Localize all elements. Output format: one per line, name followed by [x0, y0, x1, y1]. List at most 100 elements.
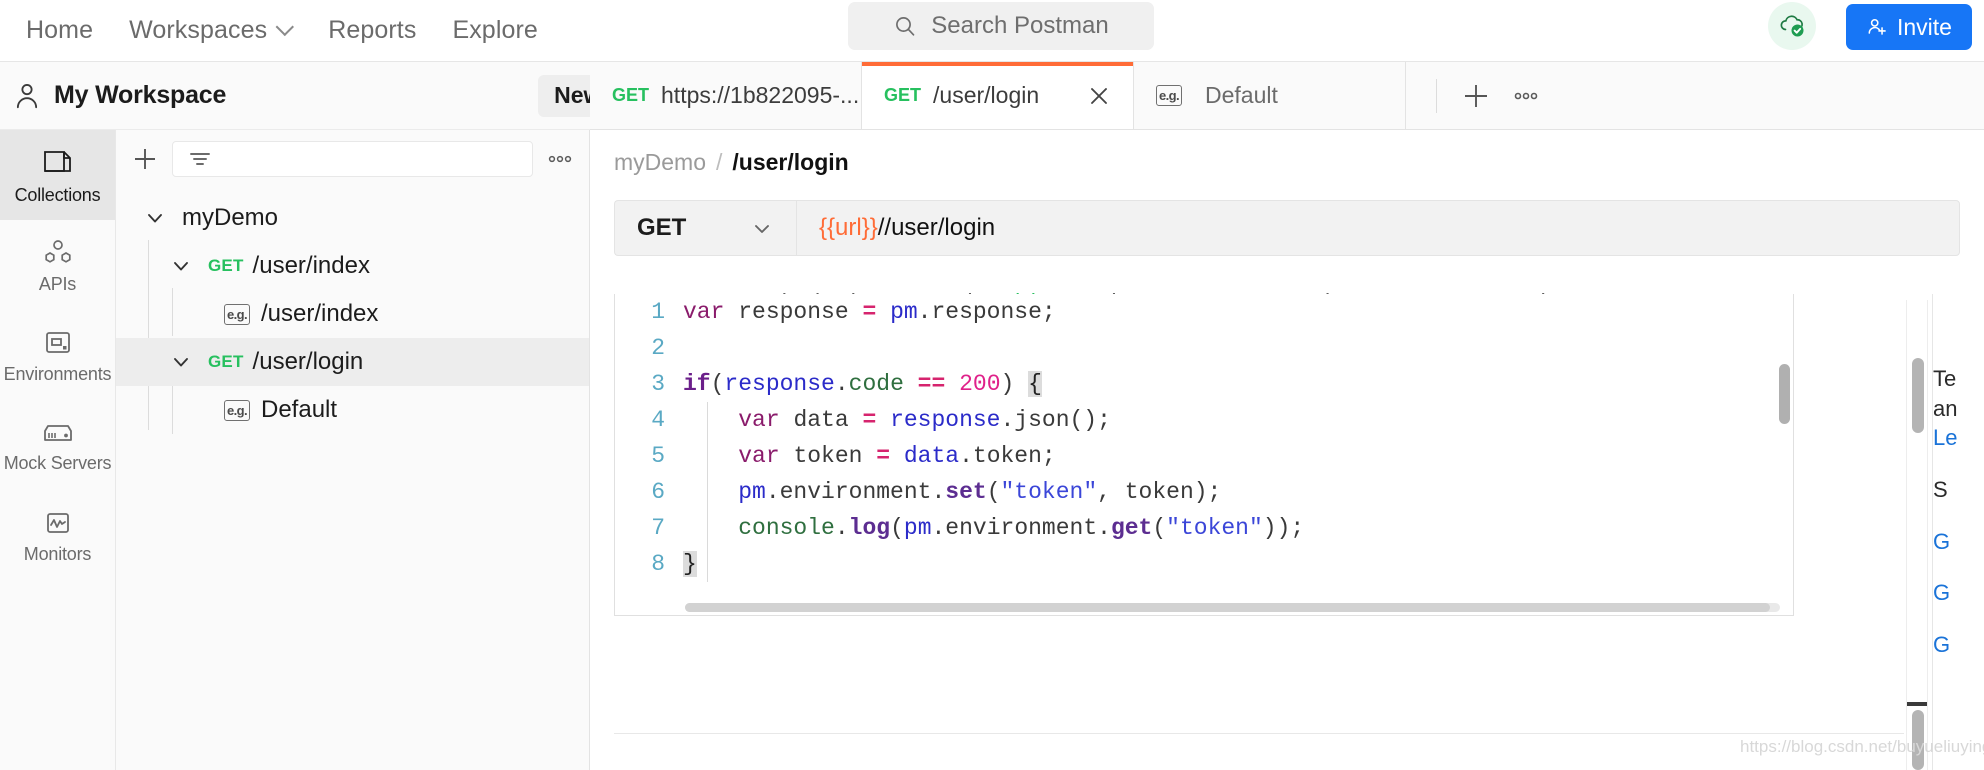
filter-lines-icon [190, 153, 210, 165]
code-token: log [848, 515, 891, 541]
scrollbar-thumb[interactable] [685, 603, 1770, 612]
more-dots-icon [548, 155, 572, 163]
scrollbar-thumb-lower[interactable] [1912, 710, 1924, 770]
code-token: .response; [917, 299, 1056, 325]
close-icon[interactable] [1087, 84, 1111, 108]
snippet-text: Te [1933, 366, 1957, 391]
code-line[interactable]: 2 [615, 330, 1793, 366]
search-input[interactable]: Search Postman [848, 2, 1154, 50]
code-line[interactable]: 4 var data = response.json(); [615, 402, 1793, 438]
editor-content[interactable]: 1 var response = pm.response; 2 3 if(respons… [615, 294, 1793, 582]
tree-item-request-selected[interactable]: GET /user/login [116, 338, 589, 386]
snippet-link[interactable]: Le [1933, 423, 1984, 453]
code-line[interactable]: 3 if(response.code == 200) { [615, 366, 1793, 402]
snippet-link[interactable]: G [1933, 578, 1984, 608]
http-method-select[interactable]: GET [614, 200, 796, 256]
code-line[interactable]: 6 pm.environment.set("token", token); [615, 474, 1793, 510]
url-input[interactable]: {{url}}//user/login [796, 200, 1960, 256]
code-text: var data = response.json(); [683, 407, 1111, 433]
add-collection-button[interactable] [128, 142, 162, 176]
nav-item-explore[interactable]: Explore [434, 10, 555, 51]
nav-item-workspaces[interactable]: Workspaces [111, 10, 310, 51]
request-tab-unsaved[interactable]: GET https://1b822095-... [590, 62, 862, 129]
sidebar-item-monitors[interactable]: Monitors [0, 490, 115, 580]
sidebar-item-mock-servers[interactable]: Mock Servers [0, 400, 115, 490]
sidebar-item-environments[interactable]: Environments [0, 310, 115, 400]
chevron-down-icon[interactable] [168, 349, 194, 375]
sidebar-item-label: Monitors [23, 543, 92, 564]
example-badge-icon: e.g. [1156, 85, 1182, 106]
snippet-link[interactable]: G [1933, 527, 1984, 557]
request-tab-strip: GET https://1b822095-... GET /user/login… [590, 62, 1984, 130]
invite-button[interactable]: Invite [1846, 4, 1972, 50]
sidebar-more-button[interactable] [543, 142, 577, 176]
cloud-sync-status[interactable] [1768, 2, 1816, 50]
tree-item-label: Default [261, 396, 338, 423]
nav-item-home[interactable]: Home [8, 10, 111, 51]
code-token: code [848, 371, 918, 397]
code-token: pm [890, 299, 918, 325]
chevron-down-icon[interactable] [168, 253, 194, 279]
code-token: data [903, 443, 960, 469]
new-tab-button[interactable] [1453, 73, 1499, 119]
tab-more-button[interactable] [1503, 73, 1549, 119]
request-tab-default-example[interactable]: e.g. Default [1134, 62, 1406, 129]
chevron-down-icon[interactable] [142, 205, 168, 231]
nav-item-reports[interactable]: Reports [310, 10, 434, 51]
code-text: } [683, 551, 697, 577]
code-lines[interactable]: 1 var response = pm.response; 2 3 if(respons… [615, 294, 1793, 582]
snippet-link[interactable]: G [1933, 630, 1984, 660]
code-token: )); [1262, 515, 1305, 541]
plus-icon [1465, 84, 1487, 107]
nav-label: Workspaces [129, 16, 268, 44]
code-line[interactable]: 1 var response = pm.response; [615, 294, 1793, 330]
cloud-check-icon [1780, 15, 1804, 37]
tree-item-example[interactable]: e.g. Default [116, 386, 589, 434]
tab-title: https://1b822095-... [661, 82, 860, 108]
scrollbar-thumb[interactable] [1912, 358, 1924, 433]
code-text: var token = data.token; [683, 443, 1056, 469]
collection-sidebar: myDemo GET /user/index e.g. /user/index [116, 130, 590, 770]
divider [614, 733, 1904, 734]
code-token: data [793, 407, 863, 433]
line-number: 4 [651, 407, 665, 433]
code-token: var [738, 443, 794, 469]
top-header: Home Workspaces Reports Explore Search P… [0, 0, 1984, 62]
tab-method: GET [884, 85, 922, 105]
code-token: response [890, 407, 1001, 433]
page-vertical-scrollbar[interactable] [1906, 300, 1928, 770]
code-line[interactable]: 7 console.log(pm.environment.get("token"… [615, 510, 1793, 546]
code-line[interactable]: 8} [615, 546, 1793, 582]
tests-script-editor[interactable]: 1 var response = pm.response; 2 3 if(respons… [614, 294, 1794, 616]
editor-vertical-scrollbar[interactable] [1779, 364, 1790, 424]
code-token: console [738, 515, 835, 541]
request-tab-user-login[interactable]: GET /user/login [862, 62, 1134, 129]
code-token: } [683, 551, 697, 577]
code-token: .token; [959, 443, 1056, 469]
tab-title: Default [1205, 82, 1278, 108]
nav-label: Home [26, 16, 94, 44]
sidebar-item-collections[interactable]: Collections [0, 130, 115, 220]
tree-item-label: /user/index [261, 300, 379, 327]
code-line[interactable]: 5 var token = data.token; [615, 438, 1793, 474]
monitor-pulse-icon [46, 512, 69, 533]
tree-item-request[interactable]: GET /user/index [116, 242, 589, 290]
tree-item-example[interactable]: e.g. /user/index [116, 290, 589, 338]
breadcrumb-request-name: /user/login [732, 148, 849, 175]
sidebar-filter-input[interactable] [172, 141, 533, 177]
collection-tree: myDemo GET /user/index e.g. /user/index [116, 188, 589, 434]
tree-item-method: GET [208, 256, 244, 275]
nav-label: Reports [328, 16, 417, 44]
sidebar-item-label: Environments [3, 363, 112, 384]
sidebar-toolbar [116, 130, 589, 188]
snippet-heading: S [1933, 477, 1948, 503]
editor-horizontal-scrollbar[interactable] [685, 603, 1780, 612]
line-number: 5 [651, 443, 665, 469]
sidebar-item-apis[interactable]: APIs [0, 220, 115, 310]
tree-item-collection[interactable]: myDemo [116, 194, 589, 242]
breadcrumb-collection[interactable]: myDemo [614, 149, 706, 176]
person-icon [16, 83, 38, 108]
